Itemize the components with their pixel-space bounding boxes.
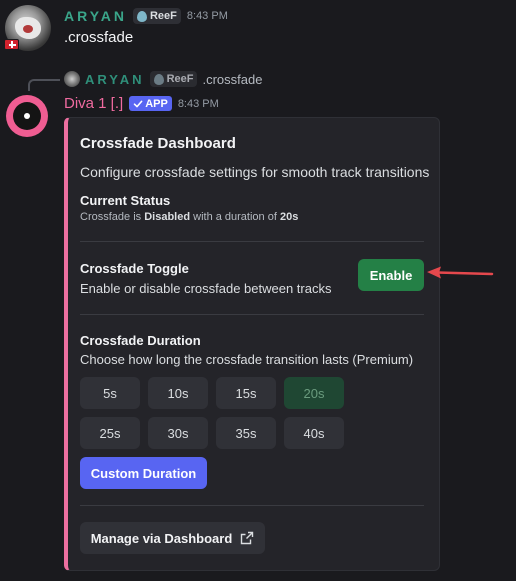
timestamp: 8:43 PM xyxy=(186,10,228,22)
reply-username[interactable]: ARYAN xyxy=(85,72,145,87)
manage-dashboard-button[interactable]: Manage via Dashboard xyxy=(80,522,265,554)
reply-connector xyxy=(28,79,60,91)
reply-guild-tag: ReeF xyxy=(149,71,198,87)
status-duration: 20s xyxy=(279,211,299,223)
app-badge: APP xyxy=(129,96,172,111)
message-header: ARYAN ReeF 8:43 PM xyxy=(64,8,228,24)
duration-20s-button[interactable]: 20s xyxy=(284,377,344,409)
vinyl-hole xyxy=(24,113,30,119)
duration-40s-button[interactable]: 40s xyxy=(284,417,344,449)
droplet-icon xyxy=(136,10,147,22)
reply-guild-tag-label: ReeF xyxy=(166,73,194,85)
manage-dashboard-label: Manage via Dashboard xyxy=(90,530,233,546)
arrow-annotation-icon xyxy=(427,266,494,279)
guild-tag-label: ReeF xyxy=(149,10,177,22)
bot-timestamp: 8:43 PM xyxy=(177,97,219,110)
reply-reference[interactable]: ARYAN ReeF .crossfade xyxy=(64,71,262,87)
duration-25s-button[interactable]: 25s xyxy=(80,417,140,449)
duration-title: Crossfade Duration xyxy=(80,333,201,348)
status-prefix: Crossfade is xyxy=(80,211,145,223)
duration-5s-button[interactable]: 5s xyxy=(80,377,140,409)
divider xyxy=(80,241,424,242)
duration-15s-button[interactable]: 15s xyxy=(216,377,276,409)
duration-30s-button[interactable]: 30s xyxy=(148,417,208,449)
flag-icon xyxy=(4,39,19,50)
embed-description: Configure crossfade settings for smooth … xyxy=(80,164,430,180)
droplet-icon xyxy=(153,73,164,85)
guild-tag[interactable]: ReeF xyxy=(132,8,181,24)
username[interactable]: ARYAN xyxy=(64,8,127,24)
status-middle: with a duration of xyxy=(190,211,280,223)
status-title: Current Status xyxy=(80,193,171,208)
reply-text: .crossfade xyxy=(202,71,263,87)
duration-35s-button[interactable]: 35s xyxy=(216,417,276,449)
checkmark-icon xyxy=(133,100,143,107)
app-badge-label: APP xyxy=(145,97,168,110)
bot-name[interactable]: Diva 1 [.] xyxy=(64,95,123,112)
toggle-description: Enable or disable crossfade between trac… xyxy=(80,281,332,296)
enable-button[interactable]: Enable xyxy=(358,259,424,291)
toggle-title: Crossfade Toggle xyxy=(80,261,189,276)
reply-avatar xyxy=(64,71,80,87)
status-line: Crossfade is Disabled with a duration of… xyxy=(80,211,298,223)
bot-avatar[interactable] xyxy=(6,95,48,137)
embed-title: Crossfade Dashboard xyxy=(80,135,236,152)
avatar-art-detail xyxy=(23,25,33,33)
message-text: .crossfade xyxy=(64,29,134,46)
external-link-icon xyxy=(241,531,254,545)
custom-duration-button[interactable]: Custom Duration xyxy=(80,457,207,489)
status-state: Disabled xyxy=(144,211,191,223)
divider xyxy=(80,505,424,506)
duration-description: Choose how long the crossfade transition… xyxy=(80,352,414,367)
bot-header: Diva 1 [.] APP 8:43 PM xyxy=(64,95,219,112)
duration-10s-button[interactable]: 10s xyxy=(148,377,208,409)
divider xyxy=(80,314,424,315)
